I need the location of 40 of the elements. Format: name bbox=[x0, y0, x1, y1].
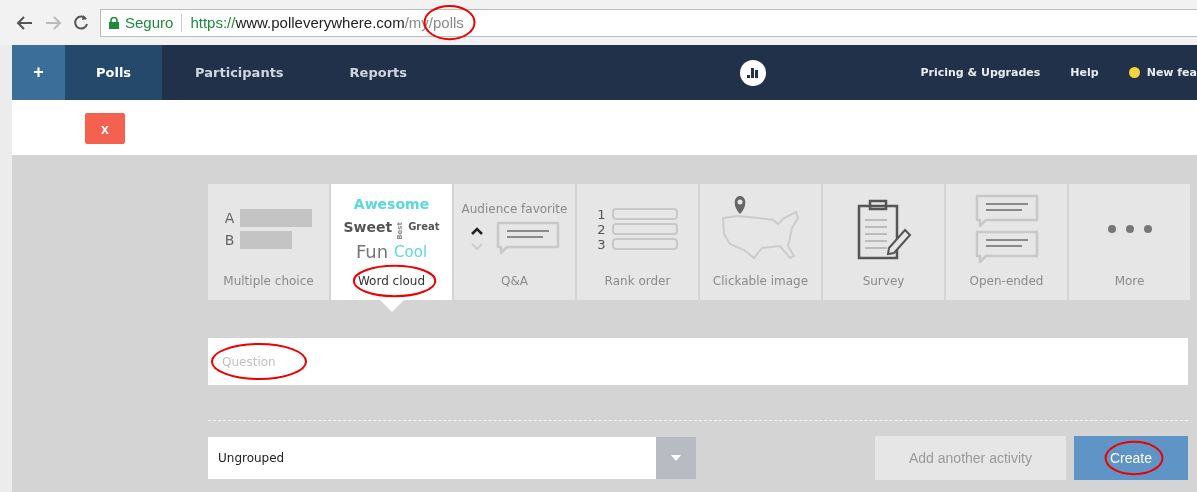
rank-number: 2 bbox=[597, 222, 606, 236]
choice-letter: A bbox=[224, 211, 235, 225]
logo-icon bbox=[740, 59, 767, 86]
secure-label: Seguro bbox=[125, 14, 174, 31]
nav-tab[interactable]: Reports bbox=[316, 45, 441, 100]
nav-tab[interactable]: Participants bbox=[162, 45, 317, 100]
selection-pointer bbox=[379, 300, 404, 312]
cloud-word: Great bbox=[408, 222, 440, 232]
poll-type-tile[interactable]: A B Multiple choice bbox=[208, 184, 329, 300]
nav-link[interactable]: Pricing & Upgrades bbox=[920, 66, 1041, 79]
rank-bar bbox=[611, 238, 678, 250]
reload-icon[interactable] bbox=[72, 13, 90, 32]
cloud-word: Fun bbox=[355, 243, 389, 261]
rank-bar bbox=[611, 223, 678, 235]
cloud-word: Sweet bbox=[343, 220, 393, 234]
speech-bubble-icon bbox=[973, 194, 1040, 228]
nav-link[interactable]: Help bbox=[1070, 66, 1099, 79]
nav-link[interactable]: New fea bbox=[1146, 66, 1197, 79]
choice-letter: B bbox=[224, 233, 235, 247]
nav-tab[interactable]: Polls bbox=[65, 45, 163, 100]
question-field[interactable]: Question bbox=[208, 338, 1188, 385]
url-path: /polls bbox=[428, 14, 464, 31]
back-arrow-icon[interactable] bbox=[16, 13, 34, 32]
cloud-word: Cool bbox=[394, 244, 428, 260]
group-select[interactable]: Ungrouped bbox=[208, 437, 696, 479]
create-button[interactable]: Create bbox=[1073, 436, 1188, 480]
rank-bar bbox=[611, 208, 678, 220]
rank-number: 3 bbox=[597, 237, 606, 251]
lock-icon bbox=[109, 16, 119, 29]
more-dots-icon bbox=[1106, 224, 1153, 234]
poll-type-tile[interactable]: 1 2 3 Rank order bbox=[577, 184, 698, 300]
close-button[interactable]: x bbox=[85, 113, 125, 144]
add-button[interactable]: + bbox=[12, 45, 65, 100]
choice-bar bbox=[240, 231, 293, 249]
rank-number: 1 bbox=[597, 207, 606, 221]
speech-bubble-icon bbox=[494, 221, 561, 255]
caret-icon bbox=[671, 455, 681, 461]
cloud-word: Awesome bbox=[353, 197, 430, 211]
speech-bubble-icon bbox=[973, 230, 1040, 264]
audience-favorite-label: Audience favorite bbox=[461, 203, 568, 215]
